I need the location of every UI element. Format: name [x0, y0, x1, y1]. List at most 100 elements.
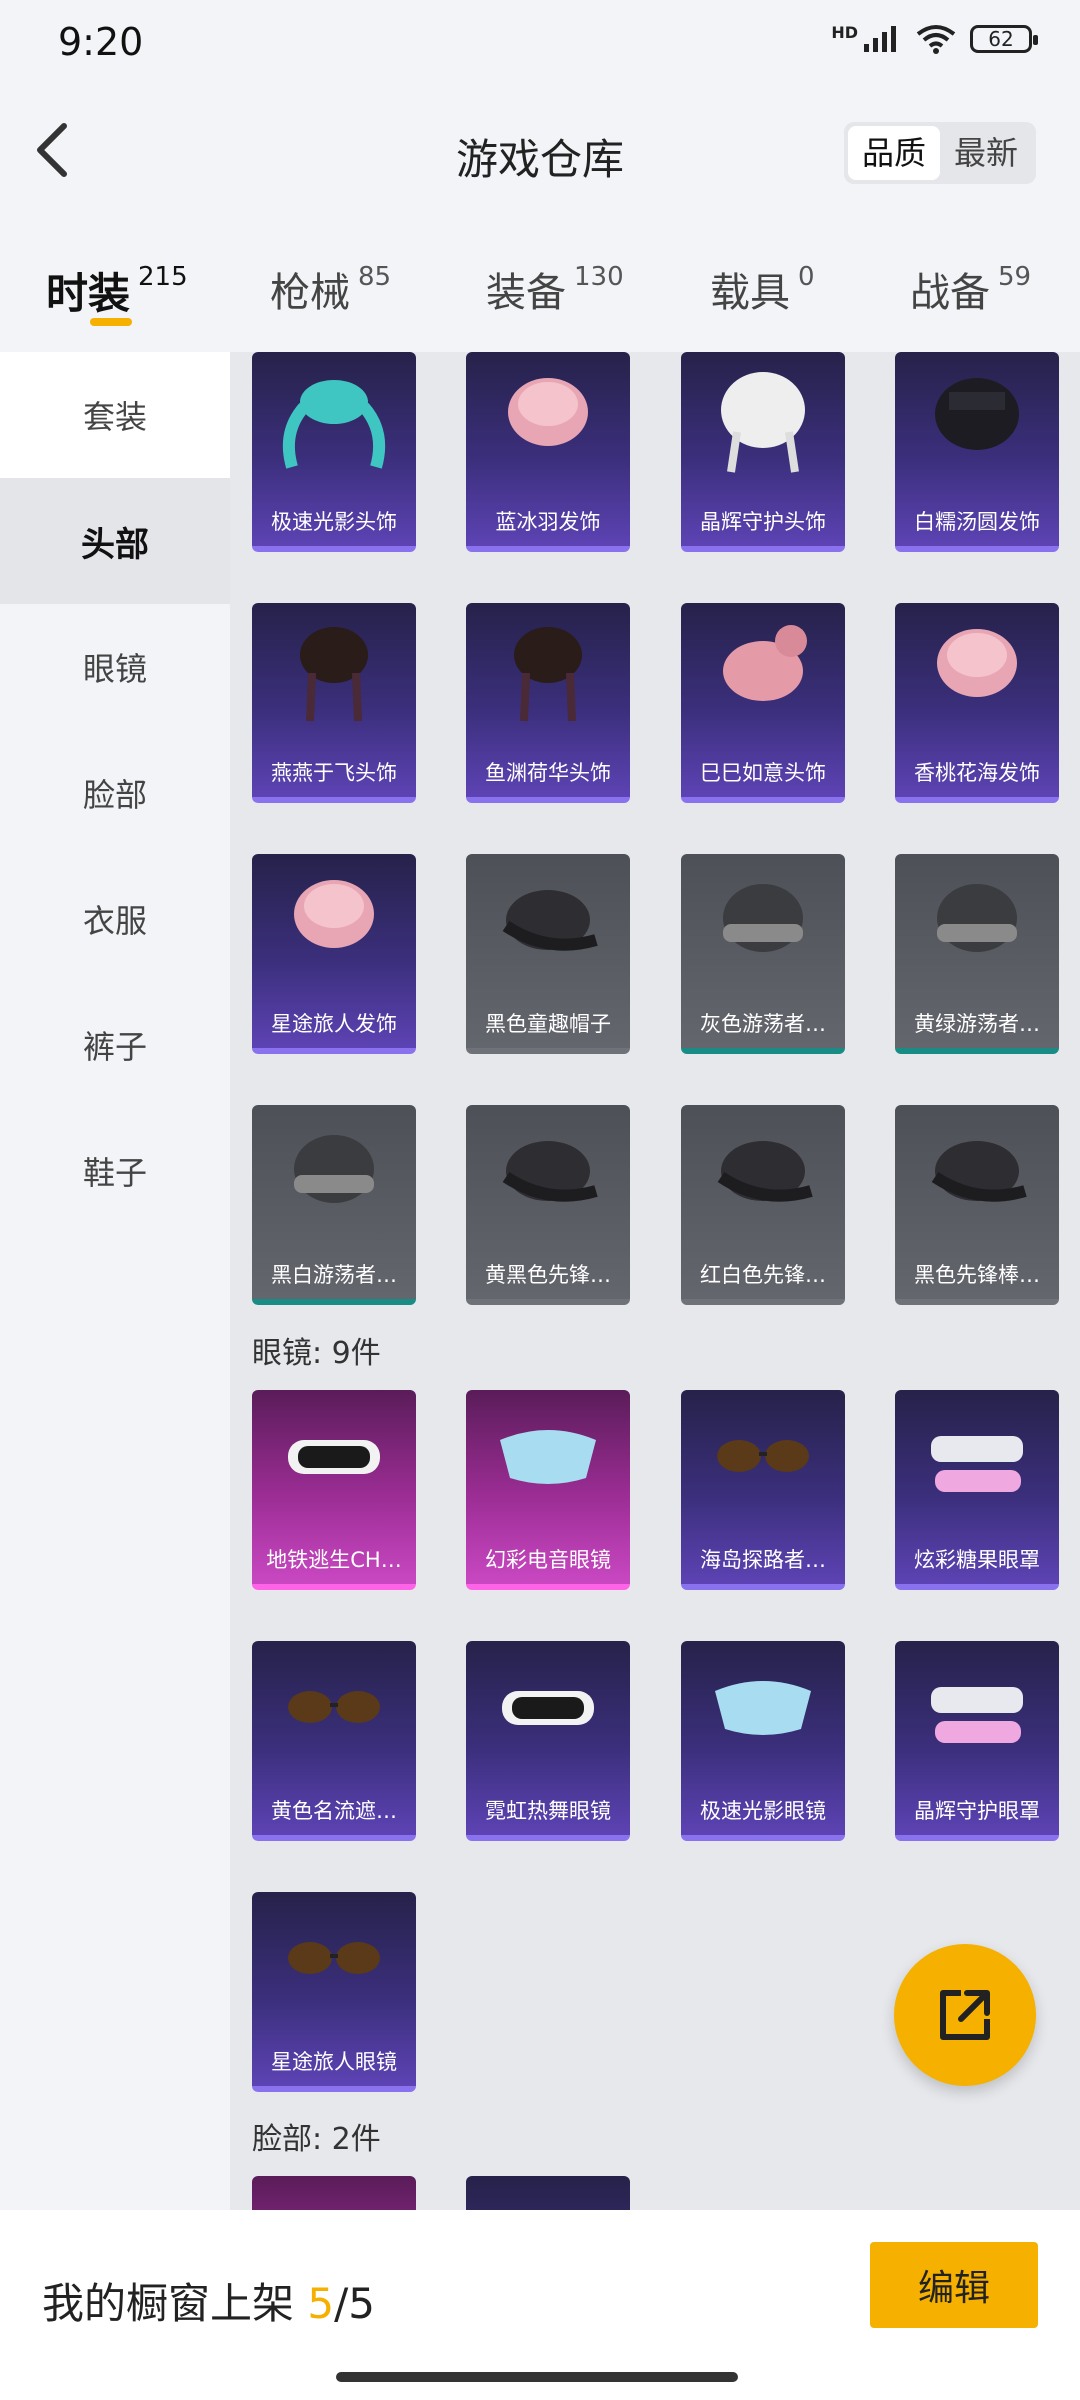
- beanie-icon: [294, 1135, 374, 1203]
- tab-fashion[interactable]: 时装 215: [46, 260, 188, 321]
- item-card[interactable]: 红白色先锋…: [681, 1105, 845, 1305]
- item-card[interactable]: 霓虹热舞眼镜: [466, 1641, 630, 1841]
- status-icons: HD 62: [831, 22, 1038, 54]
- item-name: 巳巳如意头饰: [700, 761, 826, 785]
- showcase-status: 我的橱窗上架 5/5: [42, 2270, 375, 2331]
- tab-count: 59: [998, 262, 1032, 292]
- sidebar-item-clothes[interactable]: 衣服: [0, 856, 230, 982]
- tab-count: 0: [798, 262, 815, 292]
- network-label: HD: [831, 22, 858, 42]
- item-card[interactable]: 白糯汤圆发饰: [895, 352, 1059, 552]
- showcase-current-count: 5: [307, 2279, 335, 2328]
- black-bob-hair-icon: [935, 378, 1019, 450]
- item-card[interactable]: 蓝冰羽发饰: [466, 352, 630, 552]
- item-card[interactable]: 极速光影头饰: [252, 352, 416, 552]
- item-card[interactable]: 晶辉守护眼罩: [895, 1641, 1059, 1841]
- braid-hair-icon: [300, 627, 368, 722]
- item-name: 红白色先锋…: [700, 1263, 826, 1287]
- item-name: 灰色游荡者…: [700, 1012, 826, 1036]
- item-card[interactable]: [466, 2176, 630, 2212]
- goggles-icon: [502, 1691, 594, 1725]
- tab-label: 时装: [46, 269, 131, 318]
- tab-battle-gear[interactable]: 战备 59: [910, 260, 1031, 318]
- item-card[interactable]: 星途旅人发饰: [252, 854, 416, 1054]
- sunglasses-icon: [717, 1440, 809, 1472]
- eye-mask-icon: [931, 1436, 1023, 1492]
- item-card[interactable]: 炫彩糖果眼罩: [895, 1390, 1059, 1590]
- item-name: 极速光影眼镜: [700, 1799, 826, 1823]
- chevron-left-icon: [37, 123, 67, 177]
- sidebar-item-shoes[interactable]: 鞋子: [0, 1108, 230, 1234]
- wifi-icon: [916, 25, 956, 54]
- twin-tail-wig-icon: [282, 380, 386, 469]
- tab-label: 战备: [910, 270, 990, 316]
- braid-hair-icon: [514, 627, 582, 722]
- item-card[interactable]: 幻彩电音眼镜: [466, 1390, 630, 1590]
- item-card[interactable]: 星途旅人眼镜: [252, 1892, 416, 2092]
- white-hair-icon: [721, 372, 805, 473]
- sunglasses-icon: [288, 1942, 380, 1974]
- tab-vehicles[interactable]: 载具 0: [710, 260, 815, 318]
- face-section-heading: 脸部: 2件: [252, 2122, 381, 2157]
- sidebar-item-head[interactable]: 头部: [0, 478, 230, 604]
- item-name: 晶辉守护眼罩: [914, 1799, 1040, 1823]
- item-card[interactable]: 鱼渊荷华头饰: [466, 603, 630, 803]
- item-card[interactable]: 巳巳如意头饰: [681, 603, 845, 803]
- tab-label: 载具: [710, 270, 790, 316]
- bottom-bar: 我的橱窗上架 5/5 编辑: [0, 2210, 1080, 2400]
- tab-equipment[interactable]: 装备 130: [486, 260, 624, 318]
- sidebar-item-outfit[interactable]: 套装: [0, 352, 230, 478]
- cap-icon: [717, 1141, 813, 1202]
- sort-newest-option[interactable]: 最新: [940, 126, 1032, 180]
- category-tabs: 时装 215 枪械 85 装备 130 载具 0 战备 59: [0, 240, 1080, 340]
- item-card[interactable]: 地铁逃生CH…: [252, 1390, 416, 1590]
- sort-quality-option[interactable]: 品质: [847, 126, 940, 180]
- item-name: 黑色先锋棒…: [914, 1263, 1040, 1287]
- item-card[interactable]: 灰色游荡者…: [681, 854, 845, 1054]
- tab-guns[interactable]: 枪械 85: [270, 260, 391, 318]
- visor-icon: [500, 1430, 596, 1484]
- eye-mask-icon: [931, 1687, 1023, 1743]
- share-button[interactable]: [894, 1944, 1036, 2086]
- sunglasses-icon: [288, 1691, 380, 1723]
- item-card[interactable]: 燕燕于飞头饰: [252, 603, 416, 803]
- signal-icon: [864, 26, 896, 52]
- home-indicator: [336, 2372, 738, 2382]
- item-name: 燕燕于飞头饰: [271, 761, 397, 785]
- tab-label: 枪械: [270, 270, 350, 316]
- battery-icon: 62: [970, 25, 1038, 53]
- item-name: 炫彩糖果眼罩: [914, 1548, 1040, 1572]
- pink-hair-icon: [508, 378, 588, 446]
- item-card[interactable]: [252, 2176, 416, 2212]
- item-card[interactable]: 极速光影眼镜: [681, 1641, 845, 1841]
- showcase-label: 我的橱窗上架: [42, 2279, 295, 2328]
- beanie-icon: [723, 884, 803, 952]
- item-name: 地铁逃生CH…: [266, 1548, 402, 1572]
- showcase-total-count: 5: [348, 2279, 375, 2328]
- item-card[interactable]: 海岛探路者…: [681, 1390, 845, 1590]
- item-card[interactable]: 黄黑色先锋…: [466, 1105, 630, 1305]
- back-button[interactable]: [22, 120, 82, 180]
- item-name: 黄黑色先锋…: [485, 1263, 611, 1287]
- item-card[interactable]: 黄绿游荡者…: [895, 854, 1059, 1054]
- item-name: 白糯汤圆发饰: [914, 510, 1040, 534]
- showcase-separator: /: [334, 2279, 349, 2328]
- cap-icon: [502, 1141, 598, 1202]
- visor-icon: [715, 1681, 811, 1735]
- sidebar-item-face[interactable]: 脸部: [0, 730, 230, 856]
- item-card[interactable]: 黑白游荡者…: [252, 1105, 416, 1305]
- share-icon: [940, 1990, 990, 2040]
- item-card[interactable]: 黄色名流遮…: [252, 1641, 416, 1841]
- item-card[interactable]: 黑色先锋棒…: [895, 1105, 1059, 1305]
- sidebar-item-pants[interactable]: 裤子: [0, 982, 230, 1108]
- item-card[interactable]: 香桃花海发饰: [895, 603, 1059, 803]
- sidebar-item-glasses[interactable]: 眼镜: [0, 604, 230, 730]
- tab-count: 130: [574, 262, 624, 292]
- item-name: 香桃花海发饰: [914, 761, 1040, 785]
- item-name: 鱼渊荷华头饰: [485, 761, 611, 785]
- item-card[interactable]: 黑色童趣帽子: [466, 854, 630, 1054]
- edit-button[interactable]: 编辑: [870, 2242, 1038, 2328]
- status-bar: 9:20 HD 62: [0, 0, 1080, 90]
- item-name: 黄色名流遮…: [271, 1799, 397, 1823]
- item-card[interactable]: 晶辉守护头饰: [681, 352, 845, 552]
